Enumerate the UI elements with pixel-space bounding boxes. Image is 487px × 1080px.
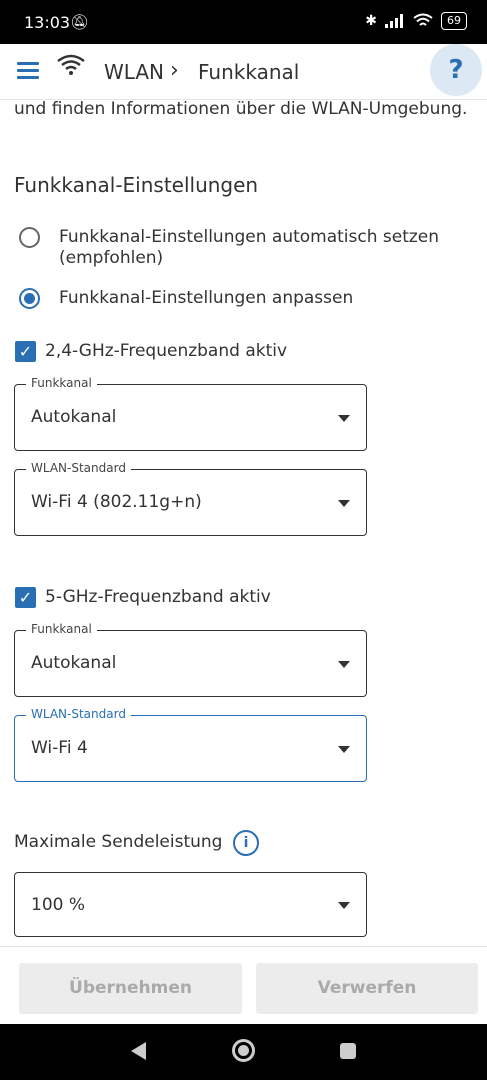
action-bar: Übernehmen Verwerfen: [0, 946, 487, 1024]
apply-button[interactable]: Übernehmen: [19, 963, 242, 1014]
section-title: Funkkanal-Einstellungen: [14, 173, 259, 197]
radio-auto[interactable]: [19, 227, 40, 248]
select-legend: Funkkanal: [26, 622, 97, 636]
muted-bell-icon: 🔕︎: [70, 13, 90, 31]
discard-button[interactable]: Verwerfen: [256, 963, 478, 1014]
radio-custom[interactable]: [19, 288, 40, 309]
select-value: 100 %: [31, 895, 86, 915]
dropdown-arrow-icon: [338, 661, 350, 668]
wifi-status-icon: [413, 13, 433, 26]
checkbox-band-24[interactable]: ✓: [15, 341, 36, 362]
battery-indicator: 69: [441, 12, 467, 30]
intro-text: und finden Informationen über die WLAN-U…: [14, 99, 468, 119]
dropdown-arrow-icon: [338, 902, 350, 909]
breadcrumb-wlan[interactable]: WLAN: [104, 60, 164, 84]
dropdown-arrow-icon: [338, 500, 350, 507]
power-label: Maximale Sendeleistung: [14, 832, 223, 852]
select-legend: WLAN-Standard: [26, 707, 131, 721]
select-legend: Funkkanal: [26, 376, 97, 390]
bluetooth-icon: ✱: [365, 13, 377, 29]
app-bar: WLAN › Funkkanal ?: [0, 44, 487, 100]
select-power[interactable]: 100 %: [14, 872, 367, 937]
info-icon[interactable]: i: [233, 830, 259, 856]
select-channel-5[interactable]: Funkkanal Autokanal: [14, 622, 367, 697]
checkbox-band-24-label[interactable]: 2,4-GHz-Frequenzband aktiv: [45, 341, 287, 361]
select-standard-5[interactable]: WLAN-Standard Wi-Fi 4: [14, 707, 367, 782]
checkbox-band-5-label[interactable]: 5-GHz-Frequenzband aktiv: [45, 587, 271, 607]
menu-icon[interactable]: [17, 62, 39, 80]
select-legend: WLAN-Standard: [26, 461, 131, 475]
select-channel-24[interactable]: Funkkanal Autokanal: [14, 376, 367, 451]
select-standard-24[interactable]: WLAN-Standard Wi-Fi 4 (802.11g+n): [14, 461, 367, 536]
wifi-icon: [57, 54, 85, 75]
select-value: Wi-Fi 4 (802.11g+n): [31, 492, 202, 512]
breadcrumb-current: Funkkanal: [198, 60, 300, 84]
status-icons: ✱ 69: [365, 12, 467, 30]
recents-icon[interactable]: [340, 1043, 356, 1059]
home-icon[interactable]: [232, 1039, 255, 1062]
status-bar: 13:03 🔕︎ ✱ 69: [0, 0, 487, 44]
radio-custom-label[interactable]: Funkkanal-Einstellungen anpassen: [59, 288, 459, 309]
dropdown-arrow-icon: [338, 746, 350, 753]
status-time: 13:03: [24, 13, 71, 32]
select-value: Autokanal: [31, 653, 117, 673]
radio-auto-label[interactable]: Funkkanal-Einstellungen automatisch setz…: [59, 227, 459, 269]
select-value: Autokanal: [31, 407, 117, 427]
dropdown-arrow-icon: [338, 415, 350, 422]
select-value: Wi-Fi 4: [31, 738, 88, 758]
chevron-right-icon: ›: [170, 58, 179, 83]
back-icon[interactable]: [131, 1042, 146, 1060]
signal-icon: [385, 14, 403, 28]
checkbox-band-5[interactable]: ✓: [15, 587, 36, 608]
help-button[interactable]: ?: [430, 44, 482, 96]
system-nav-bar: [0, 1024, 487, 1080]
